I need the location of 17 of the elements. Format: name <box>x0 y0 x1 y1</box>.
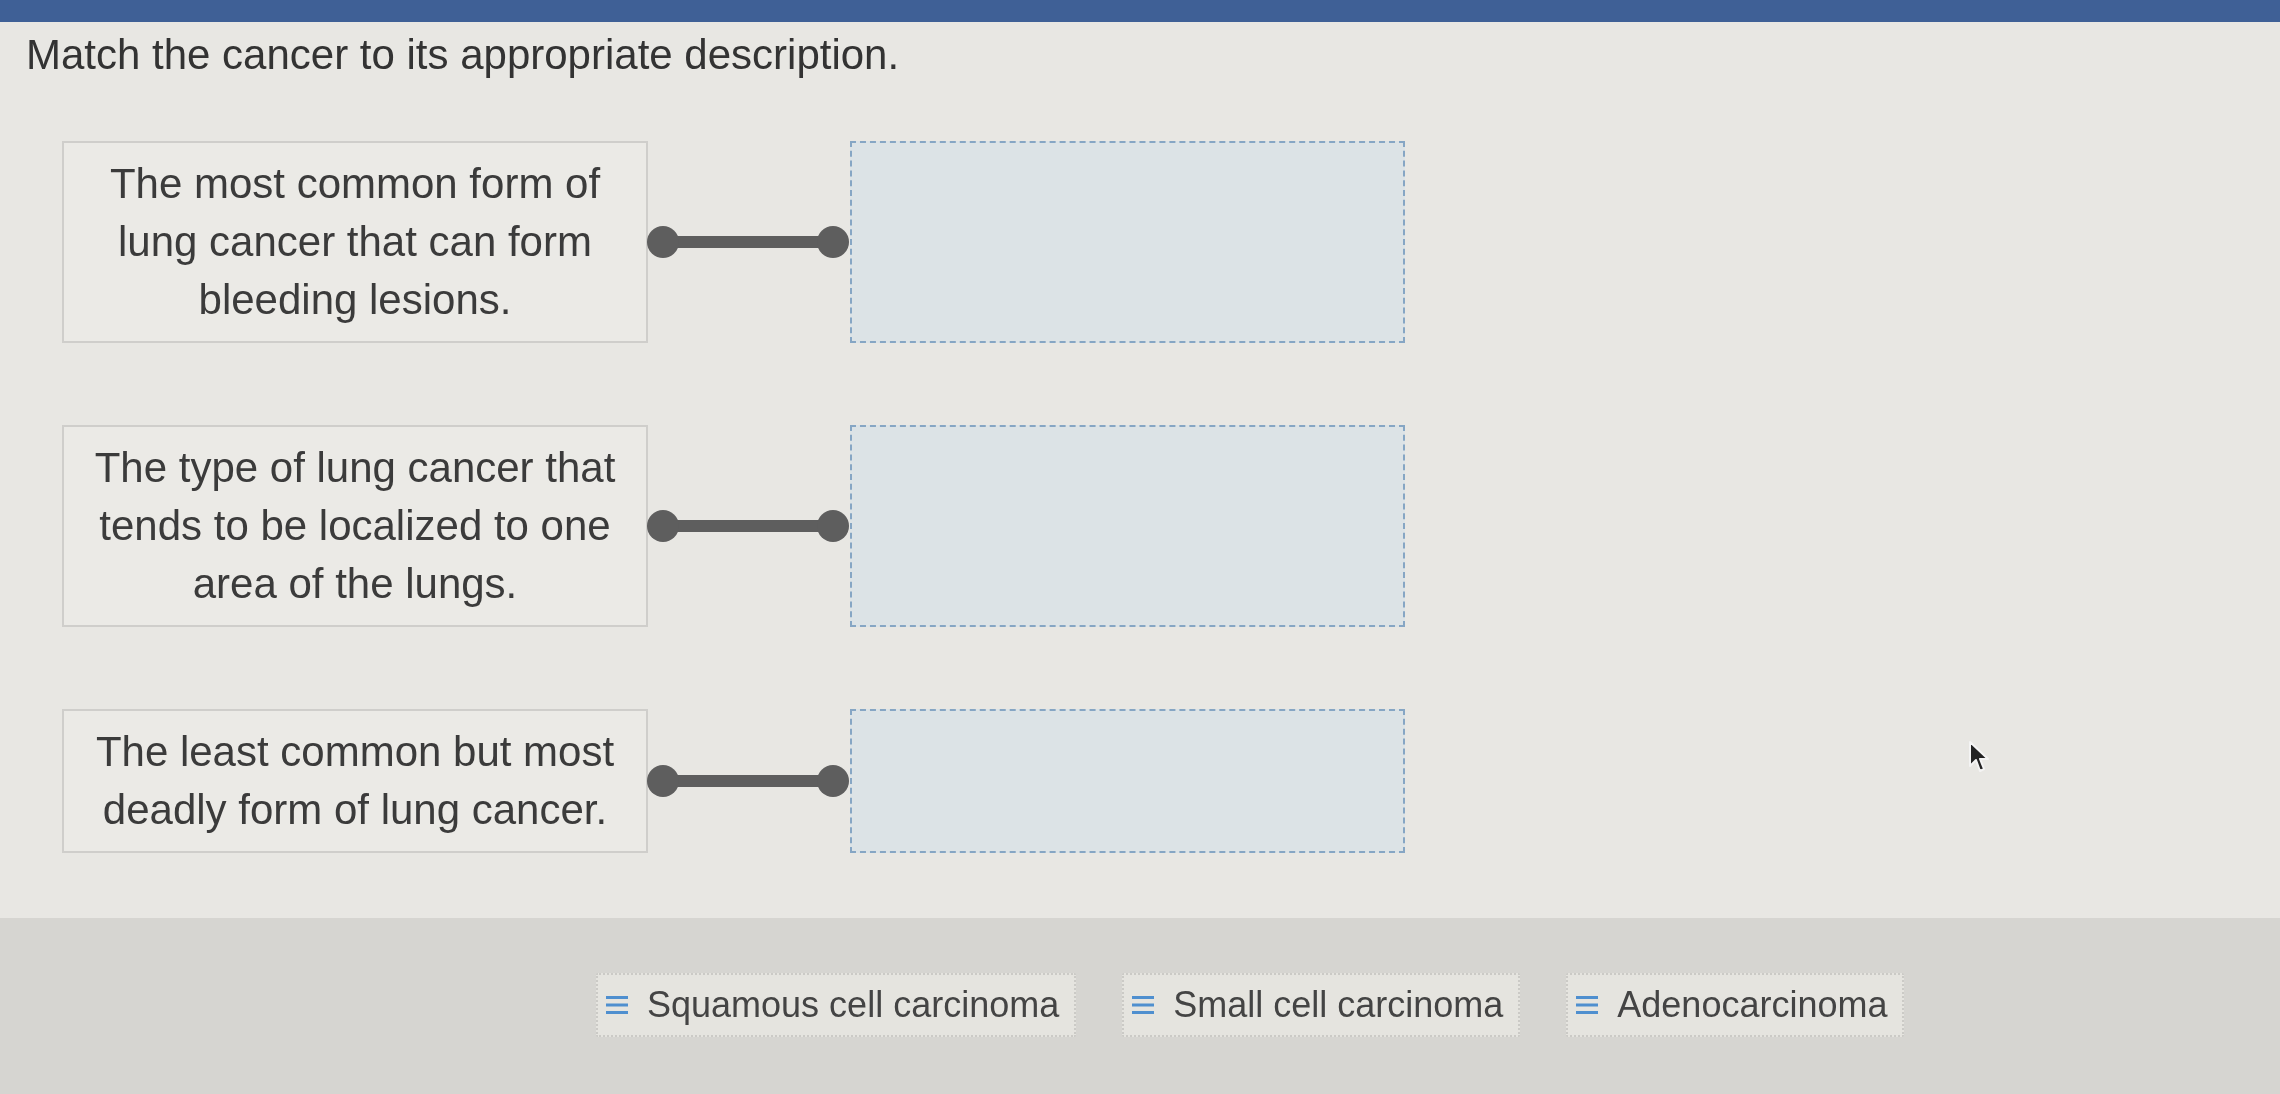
drag-handle-icon <box>606 996 628 1014</box>
answer-box[interactable] <box>850 425 1405 627</box>
answer-box[interactable] <box>850 709 1405 853</box>
choice-label: Adenocarcinoma <box>1617 983 1888 1027</box>
answer-chip[interactable]: Small cell carcinoma <box>1122 973 1521 1037</box>
drag-handle-icon <box>1576 996 1599 1014</box>
description-card: The most common form of lung cancer that can form bleeding lesions. <box>62 141 648 343</box>
drag-handle-icon <box>1132 996 1155 1014</box>
choice-label: Small cell carcinoma <box>1173 983 1504 1027</box>
description-card: The type of lung cancer that tends to be localized to one area of the lungs. <box>62 425 648 627</box>
description-card: The least common but most deadly form of lung cancer. <box>62 709 648 853</box>
answer-chip[interactable]: Squamous cell carcinoma <box>596 973 1077 1037</box>
instruction-text: Match the cancer to its appropriate description. <box>26 31 900 79</box>
cursor-icon <box>1968 740 1990 774</box>
choice-label: Squamous cell carcinoma <box>647 983 1060 1027</box>
answer-box[interactable] <box>850 141 1405 343</box>
answer-chip[interactable]: Adenocarcinoma <box>1566 973 1905 1037</box>
